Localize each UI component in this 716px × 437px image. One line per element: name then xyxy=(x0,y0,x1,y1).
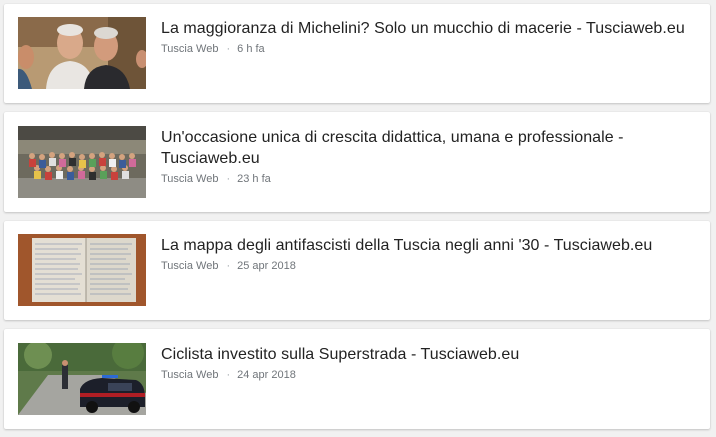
article-title[interactable]: La maggioranza di Michelini? Solo un muc… xyxy=(161,18,698,39)
article-title[interactable]: La mappa degli antifascisti della Tuscia… xyxy=(161,235,698,256)
news-card[interactable]: Ciclista investito sulla Superstrada - T… xyxy=(4,329,710,429)
meta-separator: · xyxy=(226,173,231,185)
meta-separator: · xyxy=(226,369,231,381)
article-text: La maggioranza di Michelini? Solo un muc… xyxy=(161,18,698,56)
article-title[interactable]: Un'occasione unica di crescita didattica… xyxy=(161,127,698,169)
article-thumbnail[interactable] xyxy=(18,234,146,306)
article-source: Tuscia Web xyxy=(161,260,219,272)
article-source: Tuscia Web xyxy=(161,43,219,55)
article-source: Tuscia Web xyxy=(161,173,219,185)
article-title[interactable]: Ciclista investito sulla Superstrada - T… xyxy=(161,344,698,365)
news-card[interactable]: La mappa degli antifascisti della Tuscia… xyxy=(4,221,710,320)
article-meta: Tuscia Web · 6 h fa xyxy=(161,42,698,56)
article-text: Un'occasione unica di crescita didattica… xyxy=(161,127,698,186)
news-card[interactable]: Un'occasione unica di crescita didattica… xyxy=(4,112,710,212)
article-text: La mappa degli antifascisti della Tuscia… xyxy=(161,235,698,273)
meta-separator: · xyxy=(226,260,231,272)
carabinieri-car-photo xyxy=(18,343,146,415)
article-meta: Tuscia Web · 25 apr 2018 xyxy=(161,259,698,273)
article-time: 6 h fa xyxy=(237,43,265,55)
article-meta: Tuscia Web · 24 apr 2018 xyxy=(161,368,698,382)
article-time: 23 h fa xyxy=(237,173,271,185)
article-text: Ciclista investito sulla Superstrada - T… xyxy=(161,344,698,382)
article-source: Tuscia Web xyxy=(161,369,219,381)
article-thumbnail[interactable] xyxy=(18,126,146,198)
handwritten-ledger-photo xyxy=(18,234,146,306)
meta-separator: · xyxy=(226,43,231,55)
two-smiling-men-photo xyxy=(18,17,146,89)
article-thumbnail[interactable] xyxy=(18,343,146,415)
article-time: 25 apr 2018 xyxy=(237,260,296,272)
students-group-photo xyxy=(18,126,146,198)
article-time: 24 apr 2018 xyxy=(237,369,296,381)
article-meta: Tuscia Web · 23 h fa xyxy=(161,172,698,186)
news-card[interactable]: La maggioranza di Michelini? Solo un muc… xyxy=(4,4,710,103)
article-thumbnail[interactable] xyxy=(18,17,146,89)
